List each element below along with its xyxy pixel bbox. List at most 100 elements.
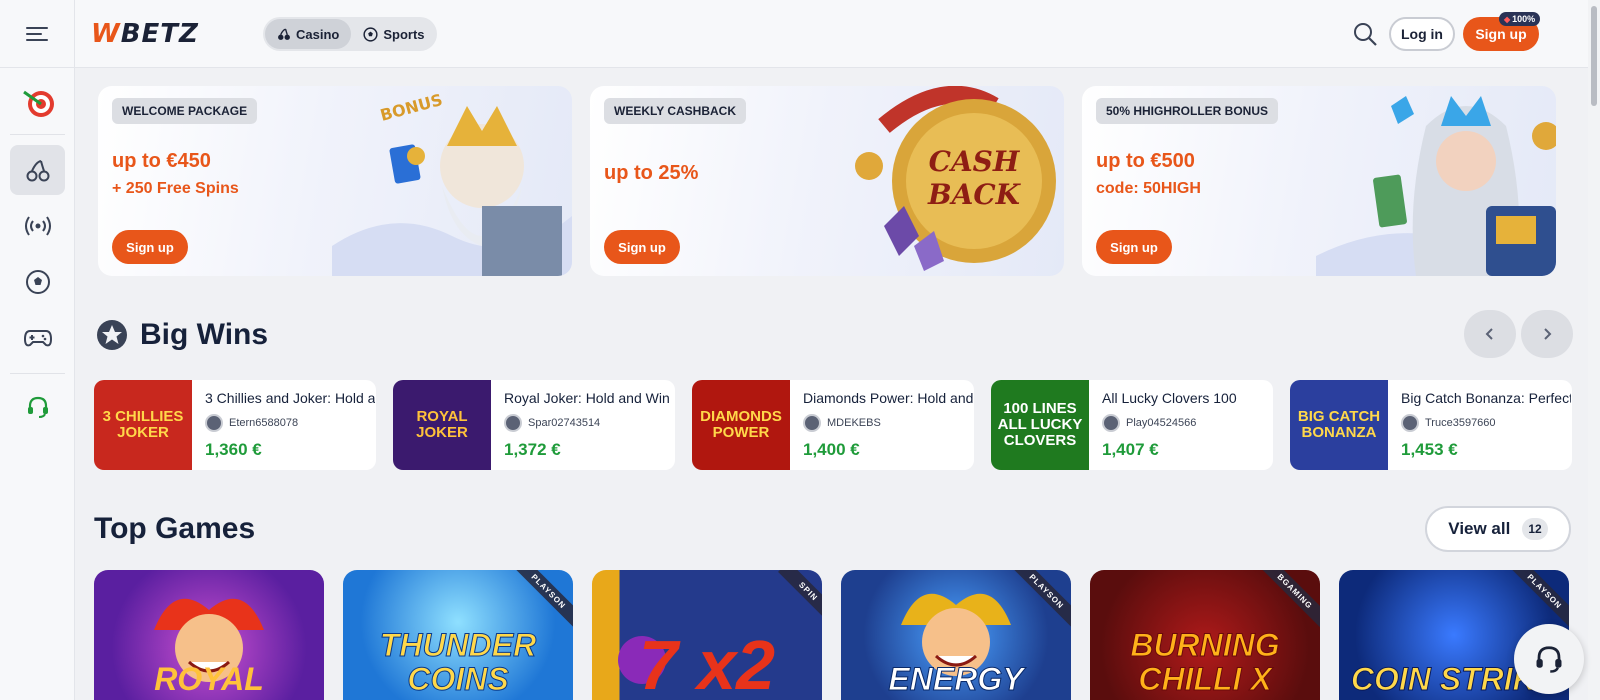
view-all-label: View all xyxy=(1448,519,1511,538)
big-wins-prev-button[interactable] xyxy=(1464,310,1516,358)
soccer-ball-icon xyxy=(363,26,378,42)
soccer-ball-icon xyxy=(25,270,50,294)
star-icon xyxy=(97,320,127,350)
chevron-left-icon xyxy=(1485,328,1493,340)
game-tile[interactable]: SPIN 7 x2 xyxy=(592,570,822,700)
big-wins-next-button[interactable] xyxy=(1521,310,1573,358)
search-button[interactable] xyxy=(1351,20,1379,48)
bonus-badge-label: 100% xyxy=(1512,14,1536,24)
avatar xyxy=(1102,414,1120,432)
chevron-right-icon xyxy=(1544,328,1552,340)
promo-signup-button[interactable]: Sign up xyxy=(112,230,188,264)
avatar xyxy=(803,414,821,432)
win-user: MDEKEBS xyxy=(803,414,881,432)
win-user: Play04524566 xyxy=(1102,414,1196,432)
big-win-card[interactable]: ROYAL JOKER Royal Joker: Hold and Win Sp… xyxy=(393,380,675,470)
cherries-icon xyxy=(278,28,290,40)
promo-signup-button[interactable]: Sign up xyxy=(604,230,680,264)
win-game-name: 3 Chillies and Joker: Hold and Win xyxy=(205,390,375,406)
provider-ribbon: PLAYSON xyxy=(1506,570,1569,630)
view-all-button[interactable]: View all 12 xyxy=(1425,506,1571,552)
queen-highroller-art xyxy=(1316,96,1556,276)
win-username: Play04524566 xyxy=(1126,417,1197,429)
avatar xyxy=(205,414,223,432)
provider-ribbon: PLAYSON xyxy=(510,570,573,630)
provider-ribbon: SPIN xyxy=(778,570,822,622)
promo-highroller-bonus[interactable]: 50% HHIGHROLLER BONUS up to €500 code: 5… xyxy=(1082,86,1556,276)
win-game-name: Big Catch Bonanza: Perfect Haul xyxy=(1401,390,1571,406)
page-scrollbar[interactable] xyxy=(1588,0,1600,700)
promo-welcome-package[interactable]: BONUS WELCOME PACKAGE up to €450 + 250 F… xyxy=(98,86,572,276)
sidebar-divider xyxy=(10,134,65,135)
cherries-icon xyxy=(26,160,49,182)
sidebar-divider xyxy=(10,373,65,374)
promo-subline: + 250 Free Spins xyxy=(112,180,239,197)
sidebar-item-casino[interactable] xyxy=(10,145,65,195)
win-amount: 1,453 € xyxy=(1401,440,1458,459)
win-amount: 1,400 € xyxy=(803,440,860,459)
promo-tag: 50% HHIGHROLLER BONUS xyxy=(1096,98,1279,124)
big-wins-title: Big Wins xyxy=(140,318,269,351)
game-thumbnail: ROYAL JOKER xyxy=(393,380,491,470)
game-thumbnail: 3 CHILLIES JOKER xyxy=(94,380,192,470)
bonus-art-text: BONUS xyxy=(378,90,444,125)
gamepad-icon xyxy=(23,330,52,347)
win-username: Truce3597660 xyxy=(1425,417,1496,429)
support-headset-icon xyxy=(27,396,48,418)
game-tile[interactable]: PLAYSON ENERGY xyxy=(841,570,1071,700)
cashback-art-text-2: BACK xyxy=(927,178,1022,211)
big-wins-header: Big Wins xyxy=(96,318,268,352)
win-username: Etern6588078 xyxy=(229,417,299,429)
live-broadcast-icon xyxy=(24,216,51,236)
casino-tab[interactable]: Casino xyxy=(265,19,352,49)
promo-headline: up to €450 xyxy=(112,150,211,172)
game-tile[interactable]: PLAYSON THUNDER COINS xyxy=(343,570,573,700)
search-icon xyxy=(1354,23,1377,46)
game-title: ENERGY xyxy=(888,661,1024,697)
big-win-card[interactable]: BIG CATCH BONANZA Big Catch Bonanza: Per… xyxy=(1290,380,1572,470)
win-user: Truce3597660 xyxy=(1401,414,1496,432)
big-win-card[interactable]: 3 CHILLIES JOKER 3 Chillies and Joker: H… xyxy=(94,380,376,470)
win-amount: 1,360 € xyxy=(205,440,262,459)
win-game-name: All Lucky Clovers 100 xyxy=(1102,390,1237,406)
game-tile[interactable]: ROYAL xyxy=(94,570,324,700)
win-game-name: Diamonds Power: Hold and Win xyxy=(803,390,973,406)
big-win-card[interactable]: 100 LINES ALL LUCKY CLOVERS All Lucky Cl… xyxy=(991,380,1273,470)
sidebar-item-live[interactable] xyxy=(10,201,65,251)
sidebar-item-darts[interactable] xyxy=(10,78,65,128)
top-games-title: Top Games xyxy=(94,512,256,545)
sports-tab-label: Sports xyxy=(383,26,425,42)
sidebar xyxy=(0,0,75,700)
casino-tab-label: Casino xyxy=(296,26,340,42)
scrollbar-thumb[interactable] xyxy=(1591,6,1597,106)
promo-weekly-cashback[interactable]: CASH BACK WEEKLY CASHBACK up to 25% Sign… xyxy=(590,86,1064,276)
gem-icon: ◆ xyxy=(1504,14,1511,24)
casino-sports-switch: Casino Sports xyxy=(263,17,437,51)
darts-icon xyxy=(22,90,54,117)
game-title: THUNDER COINS xyxy=(379,627,537,697)
game-tile[interactable]: BGAMING BURNING CHILLI X xyxy=(1090,570,1320,700)
win-amount: 1,407 € xyxy=(1102,440,1159,459)
sidebar-item-support[interactable] xyxy=(10,382,65,432)
live-support-button[interactable] xyxy=(1514,624,1584,694)
game-thumbnail: DIAMONDS POWER xyxy=(692,380,790,470)
game-title: BURNING CHILLI X xyxy=(1130,627,1280,697)
game-title: ROYAL xyxy=(154,661,264,697)
game-thumbnail: 100 LINES ALL LUCKY CLOVERS xyxy=(991,380,1089,470)
support-headset-icon xyxy=(1536,646,1562,673)
promo-signup-button[interactable]: Sign up xyxy=(1096,230,1172,264)
win-username: MDEKEBS xyxy=(827,417,881,429)
win-amount: 1,372 € xyxy=(504,440,561,459)
view-all-count: 12 xyxy=(1522,518,1548,540)
sidebar-item-sports[interactable] xyxy=(10,257,65,307)
avatar xyxy=(504,414,522,432)
menu-icon[interactable] xyxy=(26,26,48,41)
promo-tag: WEEKLY CASHBACK xyxy=(604,98,747,124)
top-header: WBETZ Casino Sports Log in Sign up ◆ 100… xyxy=(75,0,1600,68)
sidebar-item-games[interactable] xyxy=(10,313,65,363)
wbetz-logo[interactable]: WBETZ xyxy=(91,19,199,49)
cashback-art-text: CASH xyxy=(929,145,1021,178)
sports-tab[interactable]: Sports xyxy=(351,19,436,49)
login-button[interactable]: Log in xyxy=(1389,17,1455,51)
big-win-card[interactable]: DIAMONDS POWER Diamonds Power: Hold and … xyxy=(692,380,974,470)
